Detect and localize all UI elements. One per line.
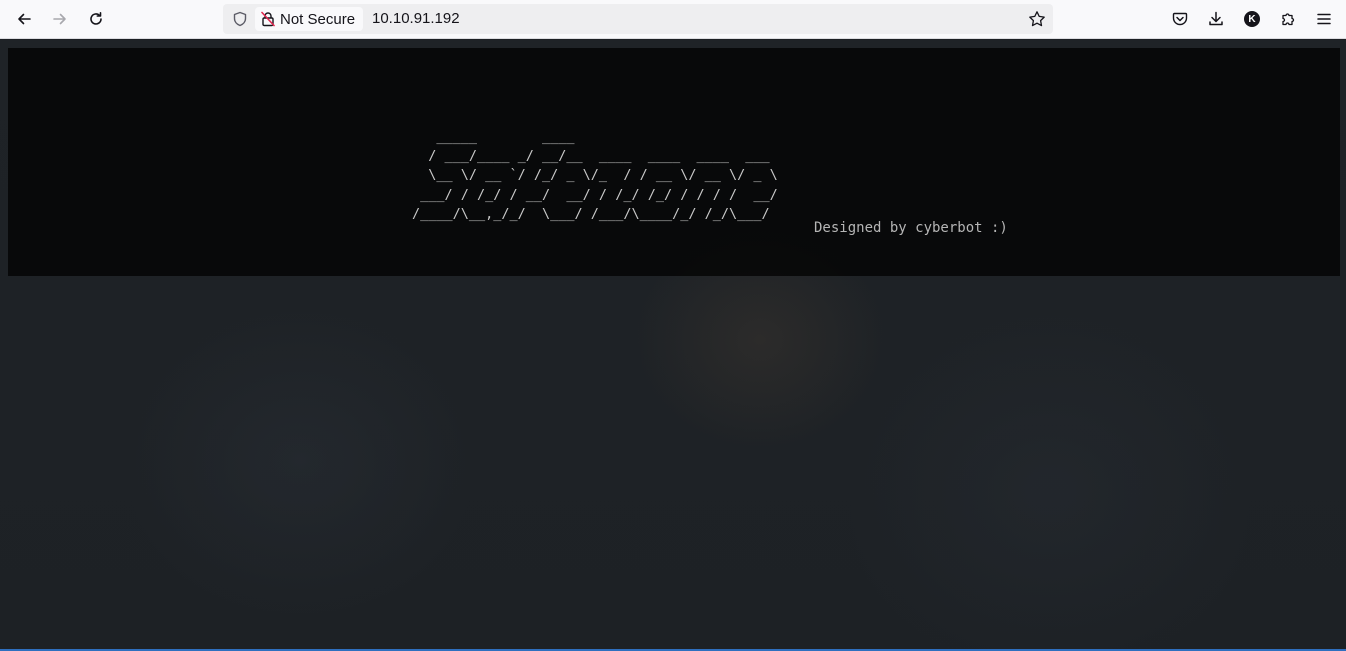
app-menu-button[interactable] — [1313, 8, 1335, 30]
forward-button[interactable] — [48, 7, 72, 31]
star-icon — [1029, 11, 1045, 27]
broken-lock-icon — [261, 11, 275, 27]
account-avatar: K — [1244, 11, 1260, 27]
pocket-icon — [1172, 12, 1188, 26]
security-label: Not Secure — [280, 10, 356, 28]
page-content: _____ ____ / ___/____ _/ __/__ ____ ____… — [0, 40, 1346, 651]
security-indicator[interactable]: Not Secure — [255, 7, 364, 31]
ascii-art-logo: _____ ____ / ___/____ _/ __/__ ____ ____… — [412, 129, 778, 222]
header-banner: _____ ____ / ___/____ _/ __/__ ____ ____… — [8, 48, 1340, 276]
reload-icon — [90, 12, 102, 25]
pocket-button[interactable] — [1169, 8, 1191, 30]
downloads-button[interactable] — [1205, 8, 1227, 30]
arrow-right-icon — [53, 13, 66, 25]
back-button[interactable] — [12, 7, 36, 31]
bookmark-button[interactable] — [1027, 9, 1047, 29]
download-icon — [1209, 11, 1223, 26]
browser-toolbar: Not Secure 10.10.91.192 K — [0, 0, 1346, 39]
address-bar[interactable]: Not Secure 10.10.91.192 — [223, 4, 1053, 34]
shield-icon — [233, 11, 247, 27]
url-text[interactable]: 10.10.91.192 — [372, 10, 460, 28]
account-button[interactable]: K — [1241, 8, 1263, 30]
reload-button[interactable] — [84, 7, 108, 31]
tracking-protection-button[interactable] — [231, 10, 249, 28]
hamburger-menu-icon — [1317, 13, 1331, 25]
arrow-left-icon — [18, 13, 31, 25]
credit-text: Designed by cyberbot :) — [814, 220, 1008, 236]
extensions-button[interactable] — [1277, 8, 1299, 30]
puzzle-icon — [1282, 13, 1295, 26]
